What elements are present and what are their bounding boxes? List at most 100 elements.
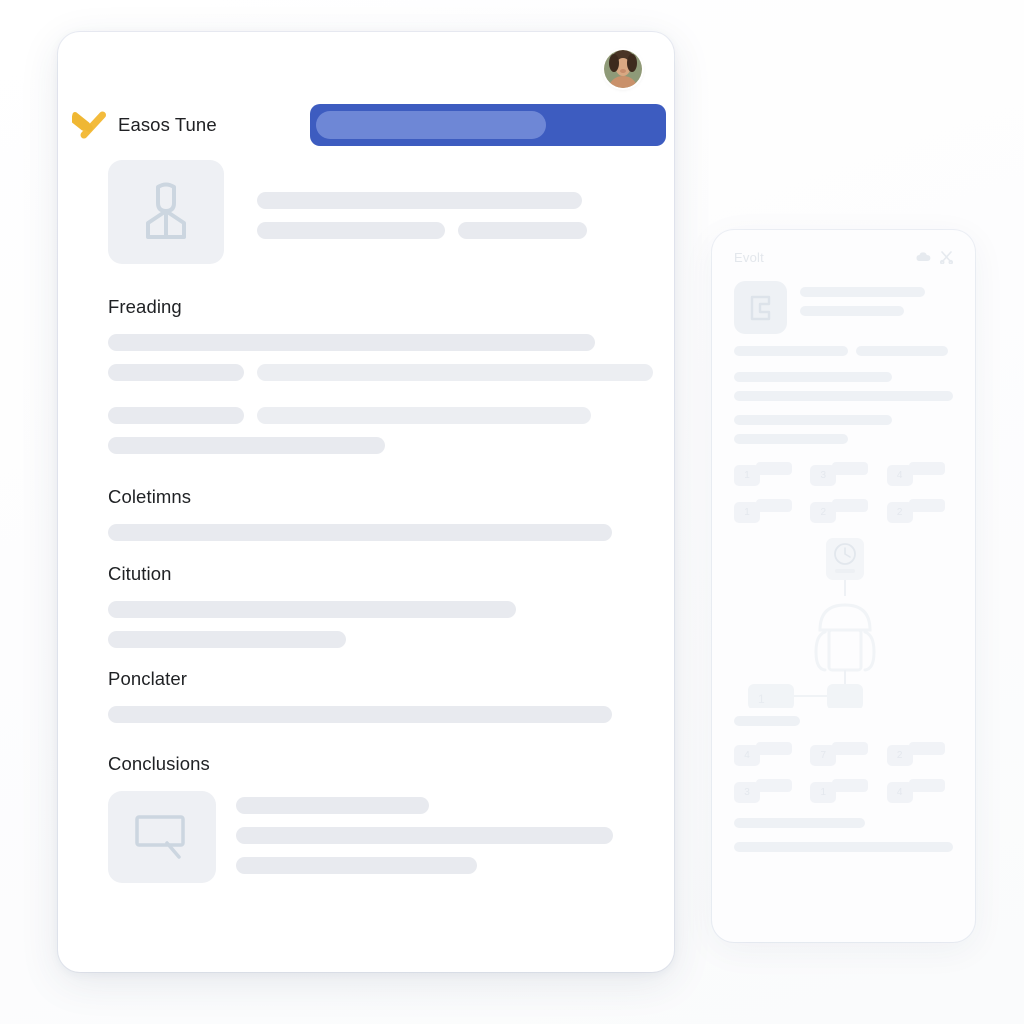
scissors-icon[interactable] bbox=[940, 251, 953, 264]
section-coletimns: Coletimns bbox=[108, 486, 674, 541]
chip-item[interactable]: 2 bbox=[886, 499, 953, 524]
skeleton-bar bbox=[734, 391, 953, 401]
chip-item[interactable]: 4 bbox=[734, 742, 800, 767]
chip-tail bbox=[756, 499, 792, 512]
skeleton-bar bbox=[236, 827, 613, 844]
skeleton-bar bbox=[734, 716, 800, 726]
person-placeholder-icon bbox=[146, 182, 186, 239]
skeleton-bar bbox=[257, 222, 445, 239]
chip-item[interactable]: 2 bbox=[886, 742, 953, 767]
chip-item[interactable]: 4 bbox=[886, 779, 953, 804]
flow-diagram: 1 bbox=[734, 538, 953, 710]
chip-grid-bottom: 4 7 2 3 1 4 bbox=[734, 742, 953, 804]
skeleton-row bbox=[108, 334, 674, 351]
chip-label: 2 bbox=[810, 502, 837, 523]
user-photo-avatar-icon bbox=[604, 50, 642, 88]
skeleton-bar bbox=[108, 437, 386, 454]
skeleton-bar bbox=[257, 192, 583, 209]
skeleton-row bbox=[108, 524, 674, 541]
chip-item[interactable]: 1 bbox=[810, 779, 876, 804]
diagram-node-bottom-center bbox=[827, 684, 863, 710]
skeleton-bar bbox=[734, 346, 848, 356]
progress-bar[interactable] bbox=[310, 104, 666, 146]
skeleton-row bbox=[236, 797, 674, 814]
avatar[interactable] bbox=[604, 50, 642, 88]
yellow-chevron-logo-icon bbox=[72, 111, 106, 139]
skeleton-row bbox=[257, 222, 674, 239]
chip-item[interactable]: 3 bbox=[734, 779, 800, 804]
cloud-icon[interactable] bbox=[916, 252, 931, 263]
conclusions-skeleton-lines bbox=[236, 791, 674, 874]
skeleton-row bbox=[108, 601, 674, 618]
phone-header: Evolt bbox=[734, 250, 953, 265]
skeleton-row bbox=[734, 434, 953, 444]
skeleton-bar bbox=[108, 706, 612, 723]
skeleton-bar bbox=[108, 407, 244, 424]
chip-tail bbox=[908, 779, 945, 792]
phone-top-block bbox=[734, 281, 953, 334]
section-title: Coletimns bbox=[108, 486, 192, 507]
diagram-node-bottom-left bbox=[748, 684, 794, 710]
skeleton-bar bbox=[734, 415, 892, 425]
brand-name: Easos Tune bbox=[118, 114, 217, 135]
chip-item[interactable]: 2 bbox=[810, 499, 876, 524]
chip-tail bbox=[832, 742, 869, 755]
section-ponclater: Ponclater bbox=[108, 668, 674, 723]
skeleton-bar bbox=[108, 334, 595, 351]
skeleton-row bbox=[734, 818, 953, 828]
chip-tail bbox=[832, 499, 869, 512]
phone-preview-card: Evolt 1 3 4 1 2 2 1 4 7 2 3 1 4 bbox=[712, 230, 975, 942]
bracket-frame-icon bbox=[750, 295, 770, 320]
section-freading: Freading bbox=[108, 296, 674, 454]
chat-bubble-tile bbox=[108, 791, 216, 883]
diagram-node-label: 1 bbox=[758, 692, 765, 706]
document-header: Easos Tune bbox=[58, 98, 674, 152]
skeleton-row bbox=[257, 192, 674, 209]
profile-row bbox=[108, 160, 674, 264]
chip-label: 1 bbox=[734, 502, 760, 523]
phone-header-icons bbox=[916, 251, 953, 264]
chip-tail bbox=[756, 742, 792, 755]
chip-item[interactable]: 3 bbox=[810, 462, 876, 487]
skeleton-bar bbox=[108, 601, 516, 618]
chip-label: 4 bbox=[886, 465, 913, 486]
progress-bar-fill bbox=[316, 111, 547, 139]
chip-tail bbox=[832, 779, 869, 792]
chip-tail bbox=[908, 462, 945, 475]
chip-item[interactable]: 4 bbox=[886, 462, 953, 487]
section-title: Conclusions bbox=[108, 753, 210, 774]
skeleton-row bbox=[108, 364, 674, 381]
skeleton-row bbox=[236, 827, 674, 844]
section-title: Freading bbox=[108, 296, 182, 317]
chip-label: 4 bbox=[734, 745, 760, 766]
chip-label: 4 bbox=[886, 782, 913, 803]
skeleton-bar bbox=[108, 364, 244, 381]
skeleton-row bbox=[734, 716, 953, 726]
chip-label: 1 bbox=[734, 465, 760, 486]
skeleton-bar bbox=[734, 434, 848, 444]
conclusions-row bbox=[108, 791, 674, 883]
skeleton-bar bbox=[108, 524, 612, 541]
skeleton-row bbox=[734, 842, 953, 852]
section-conclusions: Conclusions bbox=[108, 753, 674, 883]
chip-item[interactable]: 1 bbox=[734, 462, 800, 487]
chip-label: 1 bbox=[810, 782, 837, 803]
phone-mid-lines bbox=[734, 716, 953, 726]
skeleton-row bbox=[800, 287, 953, 297]
chip-label: 3 bbox=[810, 465, 837, 486]
skeleton-bar bbox=[256, 407, 591, 424]
skeleton-bar bbox=[457, 222, 587, 239]
skeleton-row bbox=[734, 391, 953, 401]
skeleton-row bbox=[734, 415, 953, 425]
flow-diagram-graphic: 1 bbox=[748, 538, 876, 710]
section-title: Citution bbox=[108, 563, 172, 584]
skeleton-bar bbox=[800, 287, 926, 297]
chip-item[interactable]: 7 bbox=[810, 742, 876, 767]
skeleton-row bbox=[236, 857, 674, 874]
skeleton-row bbox=[108, 407, 674, 424]
document-card: Easos Tune Freading Coletimns Citution P… bbox=[58, 32, 674, 972]
chip-item[interactable]: 1 bbox=[734, 499, 800, 524]
